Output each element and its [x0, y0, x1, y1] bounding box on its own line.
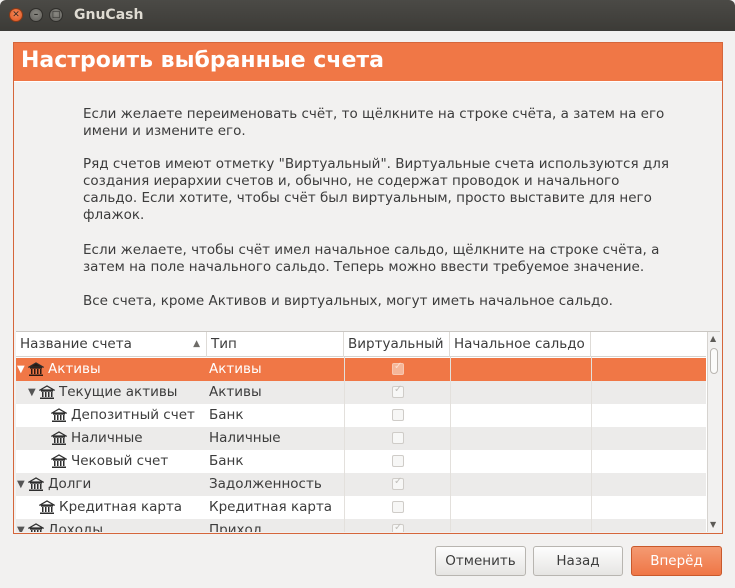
table-row[interactable]: ▼ Долги Задолженность [16, 473, 706, 496]
account-type: Приход [209, 522, 263, 532]
scrollbar-thumb[interactable] [710, 348, 718, 374]
close-icon: ✕ [12, 10, 20, 20]
accounts-tree[interactable]: Название счета ▲ Тип Виртуальный Начальн… [16, 331, 720, 532]
virtual-checkbox[interactable] [392, 455, 404, 467]
title-bar: ✕ – □ GnuCash [0, 0, 735, 31]
minimize-icon: – [33, 10, 39, 20]
account-type: Наличные [209, 430, 281, 446]
column-header-name[interactable]: Название счета ▲ [16, 332, 207, 357]
back-button[interactable]: Назад [533, 546, 623, 576]
description-rename: Если желаете переименовать счёт, то щёлк… [83, 106, 665, 139]
window-title: GnuCash [74, 7, 144, 23]
table-row[interactable]: Депозитный счет Банк [16, 404, 706, 427]
bank-icon [37, 385, 57, 400]
table-row[interactable]: Наличные Наличные [16, 427, 706, 450]
account-type: Кредитная карта [209, 499, 333, 515]
table-row[interactable]: ▼ Активы Активы [16, 358, 706, 381]
table-row[interactable]: ▼ Доходы Приход [16, 519, 706, 532]
description-virtual: Ряд счетов имеют отметку "Виртуальный". … [83, 156, 669, 223]
page-header: Настроить выбранные счета [14, 43, 722, 81]
sort-ascending-icon: ▲ [193, 339, 200, 349]
account-type: Задолженность [209, 476, 322, 492]
expander-icon[interactable]: ▼ [28, 381, 36, 404]
scroll-up-icon[interactable]: ▲ [710, 334, 716, 343]
bank-icon [26, 523, 46, 532]
vertical-scrollbar[interactable]: ▲ ▼ [707, 332, 720, 532]
maximize-icon: □ [51, 10, 61, 20]
page-content: Если желаете переименовать счёт, то щёлк… [14, 82, 722, 533]
bank-icon [49, 431, 69, 446]
virtual-checkbox[interactable] [392, 476, 404, 490]
bank-icon [26, 362, 46, 377]
account-name[interactable]: Кредитная карта [59, 496, 182, 519]
column-header-virtual[interactable]: Виртуальный [344, 332, 450, 357]
description-all-accounts: Все счета, кроме Активов и виртуальных, … [83, 293, 613, 309]
account-name[interactable]: Текущие активы [59, 381, 177, 404]
account-type: Банк [209, 407, 244, 423]
expander-icon[interactable]: ▼ [17, 473, 25, 496]
column-header-opening-balance[interactable]: Начальное сальдо [450, 332, 591, 357]
bank-icon [37, 500, 57, 515]
forward-button[interactable]: Вперёд [631, 546, 722, 576]
account-name[interactable]: Наличные [71, 427, 143, 450]
minimize-window-button[interactable]: – [29, 8, 43, 22]
account-name[interactable]: Депозитный счет [71, 404, 195, 427]
description-opening-balance: Если желаете, чтобы счёт имел начальное … [83, 242, 660, 275]
virtual-checkbox[interactable] [392, 501, 404, 513]
scroll-down-icon[interactable]: ▼ [710, 520, 716, 529]
account-type: Банк [209, 453, 244, 469]
virtual-checkbox[interactable] [392, 409, 404, 421]
account-name[interactable]: Чековый счет [71, 450, 168, 473]
bank-icon [26, 477, 46, 492]
table-header: Название счета ▲ Тип Виртуальный Начальн… [16, 332, 706, 357]
cancel-button[interactable]: Отменить [435, 546, 526, 576]
expander-icon[interactable]: ▼ [17, 519, 25, 532]
account-name[interactable]: Активы [48, 358, 101, 381]
maximize-window-button[interactable]: □ [49, 8, 63, 22]
table-row[interactable]: Чековый счет Банк [16, 450, 706, 473]
assistant-page: Настроить выбранные счета Если желаете п… [13, 42, 723, 534]
column-header-type[interactable]: Тип [207, 332, 344, 357]
table-row[interactable]: ▼ Текущие активы Активы [16, 381, 706, 404]
table-row[interactable]: Кредитная карта Кредитная карта [16, 496, 706, 519]
virtual-checkbox[interactable] [392, 432, 404, 444]
account-type: Активы [209, 361, 262, 377]
account-name[interactable]: Долги [48, 473, 91, 496]
bank-icon [49, 454, 69, 469]
page-title: Настроить выбранные счета [21, 48, 384, 73]
close-window-button[interactable]: ✕ [9, 8, 23, 22]
account-name[interactable]: Доходы [48, 519, 103, 532]
virtual-checkbox[interactable] [392, 522, 404, 532]
virtual-checkbox[interactable] [392, 384, 404, 398]
expander-icon[interactable]: ▼ [17, 358, 25, 381]
virtual-checkbox[interactable] [392, 361, 404, 375]
bank-icon [49, 408, 69, 423]
account-type: Активы [209, 384, 262, 400]
